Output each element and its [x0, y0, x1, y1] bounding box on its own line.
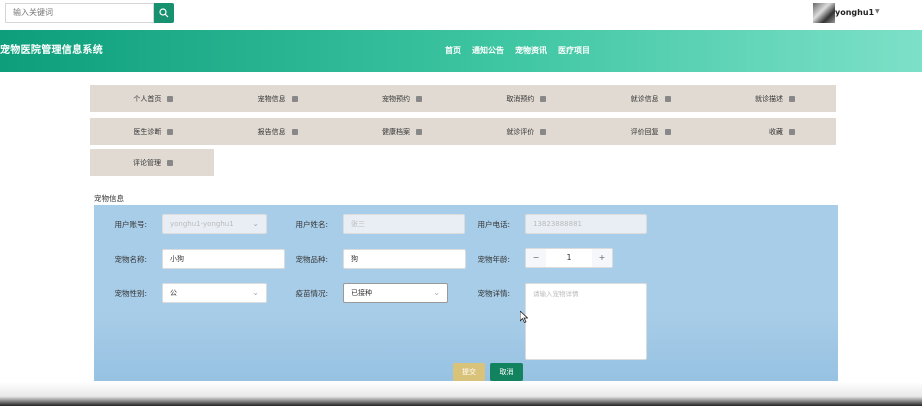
gender-select[interactable]: 公 ⌄	[162, 283, 267, 303]
menu-item-label: 就诊信息	[630, 94, 659, 103]
section-title: 宠物信息	[94, 194, 124, 203]
search-icon	[159, 8, 169, 18]
menu-item-doctor-diagnosis[interactable]: 医生诊断	[90, 118, 214, 145]
menu-item-label: 医生诊断	[133, 127, 162, 136]
lock-icon	[291, 95, 298, 102]
menu-item-label: 报告信息	[257, 127, 286, 136]
lock-icon	[540, 128, 547, 135]
lock-icon	[415, 95, 422, 102]
lock-icon	[167, 128, 174, 135]
menu-item-comment-management[interactable]: 评论管理	[90, 149, 214, 176]
lock-icon	[291, 128, 298, 135]
nav-item-notices[interactable]: 通知公告	[472, 45, 504, 56]
username-field-label: 用户姓名:	[295, 220, 328, 229]
details-label: 宠物详情:	[477, 289, 510, 298]
phone-field[interactable]: 13823888881	[525, 214, 647, 234]
lock-icon	[664, 128, 671, 135]
vaccine-value: 已接种	[351, 289, 372, 297]
menu-item-health-records[interactable]: 健康档案	[339, 118, 463, 145]
nav-item-home[interactable]: 首页	[445, 45, 461, 56]
gender-value: 公	[170, 289, 177, 297]
search-button[interactable]	[154, 3, 174, 23]
pet-name-label: 宠物名称:	[114, 255, 147, 264]
chevron-down-icon: ⌄	[433, 288, 440, 297]
breed-label: 宠物品种:	[295, 255, 328, 264]
submit-button[interactable]: 提交	[453, 363, 485, 381]
increase-button[interactable]: +	[592, 249, 612, 267]
username-label[interactable]: yonghu1	[835, 8, 874, 17]
menu-item-label: 就诊描述	[754, 94, 783, 103]
menu-item-label: 宠物信息	[257, 94, 286, 103]
menu-item-pet-appointment[interactable]: 宠物预约	[339, 85, 463, 112]
age-label: 宠物年龄:	[477, 255, 510, 264]
lock-icon	[540, 95, 547, 102]
pet-name-field[interactable]: 小狗	[162, 249, 285, 269]
menu-item-report-info[interactable]: 报告信息	[214, 118, 338, 145]
avatar[interactable]	[813, 3, 835, 23]
menu-item-visit-info[interactable]: 就诊信息	[587, 85, 711, 112]
menu-row-1: 个人首页 宠物信息 宠物预约 取消预约 就诊信息 就诊描述	[90, 85, 836, 112]
chevron-down-icon: ⌄	[252, 288, 259, 297]
lock-icon	[788, 128, 795, 135]
lock-icon	[415, 128, 422, 135]
username-field[interactable]: 张三	[343, 214, 465, 234]
gender-label: 宠物性别:	[114, 289, 147, 298]
main-nav: 首页 通知公告 宠物资讯 医疗项目	[445, 45, 590, 56]
menu-item-visit-description[interactable]: 就诊描述	[712, 85, 836, 112]
menu-item-pet-info[interactable]: 宠物信息	[214, 85, 338, 112]
menu-row-2: 医生诊断 报告信息 健康档案 就诊评价 评价回复 收藏	[90, 118, 836, 145]
cancel-button[interactable]: 取消	[490, 363, 523, 381]
menu-item-label: 就诊评价	[506, 127, 535, 136]
menu-item-cancel-appointment[interactable]: 取消预约	[463, 85, 587, 112]
lock-icon	[167, 95, 174, 102]
menu-item-label: 取消预约	[506, 94, 535, 103]
account-label: 用户账号:	[114, 220, 147, 229]
lock-icon	[664, 95, 671, 102]
menu-item-review-reply[interactable]: 评价回复	[587, 118, 711, 145]
nav-item-medical-projects[interactable]: 医疗项目	[558, 45, 590, 56]
vaccine-select[interactable]: 已接种 ⌄	[343, 283, 448, 303]
nav-item-pet-news[interactable]: 宠物资讯	[515, 45, 547, 56]
phone-label: 用户电话:	[477, 220, 510, 229]
chevron-down-icon[interactable]: ▼	[875, 8, 880, 15]
account-select[interactable]: yonghu1-yonghu1 ⌄	[162, 214, 267, 234]
age-stepper[interactable]: − 1 +	[525, 248, 613, 268]
menu-item-label: 宠物预约	[381, 94, 410, 103]
bottom-shade	[0, 382, 922, 406]
header-banner: 宠物医院管理信息系统 首页 通知公告 宠物资讯 医疗项目	[0, 30, 922, 72]
site-title: 宠物医院管理信息系统	[0, 45, 103, 56]
search-input[interactable]: 输入关键词	[5, 3, 154, 23]
lock-icon	[788, 95, 795, 102]
menu-item-label: 评论管理	[133, 158, 161, 167]
menu-item-personal-home[interactable]: 个人首页	[90, 85, 214, 112]
account-value: yonghu1-yonghu1	[170, 220, 234, 228]
menu-item-visit-review[interactable]: 就诊评价	[463, 118, 587, 145]
top-bar: 输入关键词 yonghu1 ▼	[0, 0, 922, 30]
chevron-down-icon: ⌄	[252, 219, 259, 228]
mouse-cursor-icon	[520, 311, 528, 323]
menu-item-label: 健康档案	[381, 127, 410, 136]
menu-item-label: 评价回复	[630, 127, 659, 136]
menu-item-label: 收藏	[768, 127, 783, 136]
age-value[interactable]: 1	[546, 249, 592, 267]
details-textarea[interactable]: 请输入宠物详情	[525, 283, 647, 360]
menu-item-favorites[interactable]: 收藏	[712, 118, 836, 145]
lock-icon	[167, 159, 173, 166]
vaccine-label: 疫苗情况:	[295, 289, 328, 298]
breed-field[interactable]: 狗	[343, 249, 466, 269]
decrease-button[interactable]: −	[526, 249, 546, 267]
menu-item-label: 个人首页	[133, 94, 162, 103]
